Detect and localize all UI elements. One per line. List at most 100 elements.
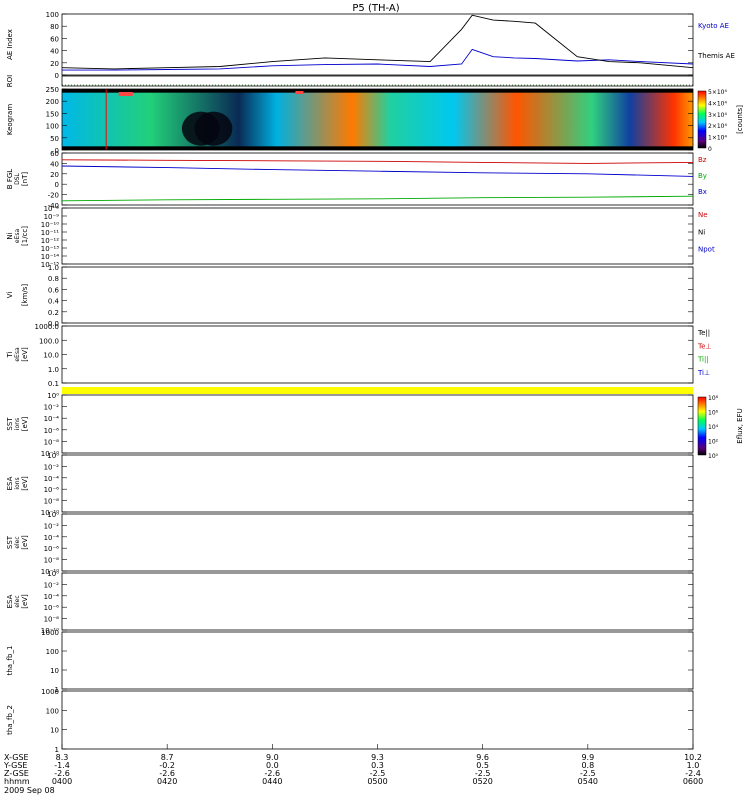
y-tick-label: 10 <box>50 667 59 675</box>
y-tick-label: -20 <box>48 192 59 200</box>
y-axis-label: Keogram <box>6 104 14 135</box>
colorbar-tick-label: 2×10⁴ <box>708 123 727 130</box>
colorbar-tick-label: 10⁰ <box>708 453 719 460</box>
y-tick-label: 200 <box>46 98 59 106</box>
y-tick-label: 10⁻⁸ <box>44 557 60 565</box>
x-tick-label-hhmm: 0420 <box>157 777 177 786</box>
y-tick-label: 10⁻⁶ <box>44 604 60 612</box>
keogram-top-band <box>62 89 693 93</box>
y-tick-label: 10⁰ <box>47 392 59 400</box>
panel-frame <box>61 631 694 690</box>
x-tick-label-hhmm: 0540 <box>578 777 598 786</box>
series-themis-ae <box>61 14 694 70</box>
y-axis-units: [eV] <box>21 594 29 609</box>
panel-roi: ROI <box>6 75 694 87</box>
keogram-image <box>62 89 693 150</box>
y-tick-label: 10⁻⁶ <box>44 486 60 494</box>
panel-fb2: 1000100101tha_fb_2 <box>6 688 694 754</box>
x-tick-label-hhmm: 0440 <box>262 777 282 786</box>
y-tick-label: 40 <box>50 48 59 56</box>
y-axis-label: Vi <box>6 292 14 299</box>
colorbar-tick-label: 10⁴ <box>708 424 719 431</box>
y-tick-label: 10⁻² <box>44 404 60 412</box>
y-tick-label: 1000.0 <box>35 323 60 331</box>
y-tick-label: 100 <box>46 648 59 656</box>
y-tick-label: 150 <box>46 110 59 118</box>
colorbar-tick-label: 0 <box>708 146 712 153</box>
x-tick-label-hhmm: 0500 <box>367 777 387 786</box>
panel-ni: 10⁻⁸10⁻⁹10⁻¹⁰10⁻¹¹10⁻¹²10⁻¹³10⁻¹⁴10⁻¹⁵Ni… <box>6 205 715 269</box>
colorbar-tick-label: 3×10⁴ <box>708 112 727 119</box>
legend-by: By <box>698 172 707 180</box>
y-axis-label: ESA <box>6 594 14 608</box>
y-tick-label: 10⁻² <box>44 581 60 589</box>
y-axis-sublabel: elec <box>14 595 21 607</box>
y-tick-label: 20 <box>50 60 59 68</box>
y-tick-label: 10⁻⁹ <box>44 213 60 221</box>
panel-fb1: 1000100101tha_fb_1 <box>6 629 694 694</box>
panel-vi: 1.00.80.60.40.20.0Vi [km/s] <box>6 264 694 328</box>
y-tick-label: 10 <box>50 727 59 735</box>
y-axis-units: [1/cc] <box>21 226 29 246</box>
panel-frame <box>61 572 694 631</box>
colorbar-tick-label: 4×10⁴ <box>708 100 727 107</box>
y-axis-label: ROI <box>6 75 14 87</box>
legend-ti-: Ti|| <box>697 356 709 364</box>
y-tick-label: 10⁰ <box>47 511 59 519</box>
y-tick-label: 10⁻⁶ <box>44 427 60 435</box>
legend-te-: Te|| <box>697 329 710 337</box>
y-tick-label: 10⁻⁶ <box>44 545 60 553</box>
y-axis-units: [nT] <box>21 172 29 186</box>
y-tick-label: 1000 <box>41 629 59 637</box>
y-axis-sublabel: eEsa <box>14 229 21 244</box>
panel-sst2: 10⁰10⁻²10⁻⁴10⁻⁶10⁻⁸10⁻¹⁰SST elec [eV] <box>6 511 694 576</box>
legend-bx: Bx <box>698 188 707 196</box>
y-tick-label: 10⁻¹¹ <box>41 229 59 237</box>
x-tick-label-hhmm: 0520 <box>472 777 492 786</box>
y-tick-label: 20 <box>50 171 59 179</box>
y-tick-label: 50 <box>50 135 59 143</box>
panel-frame <box>61 394 694 454</box>
y-tick-label: 1.0 <box>48 264 59 272</box>
y-tick-label: 10⁻⁸ <box>44 205 60 213</box>
panel-esa1: 10⁰10⁻²10⁻⁴10⁻⁶10⁻⁸10⁻¹⁰ESA ions [eV] <box>6 452 694 517</box>
keogram-dark-region <box>194 111 233 146</box>
panel-frame <box>61 207 694 265</box>
legend-ti-: Ti⊥ <box>697 369 710 377</box>
series-bx <box>61 165 694 177</box>
y-tick-label: 10⁰ <box>47 570 59 578</box>
y-tick-label: 60 <box>50 150 59 158</box>
y-axis-label: SST <box>6 535 14 549</box>
y-tick-label: 10⁻² <box>44 463 60 471</box>
y-tick-label: 0.4 <box>48 298 60 306</box>
panel-frame <box>61 325 694 384</box>
y-tick-label: 10⁻⁸ <box>44 498 60 506</box>
y-axis-sublabel: ions <box>14 477 21 489</box>
y-tick-label: 100 <box>46 707 59 715</box>
panel-sst1: 10⁰10⁻²10⁻⁴10⁻⁶10⁻⁸10⁻¹⁰SST ions [eV]10⁸10… <box>6 392 744 460</box>
panel-frame <box>61 75 694 87</box>
y-axis-sublabel: elec <box>14 536 21 548</box>
colorbar-tick-label: 10⁶ <box>708 410 719 417</box>
legend-te-: Te⊥ <box>697 342 712 350</box>
y-tick-label: 0 <box>55 181 59 189</box>
y-axis-sublabel: ions <box>14 418 21 430</box>
y-axis-sublabel: eEsa <box>14 347 21 362</box>
y-tick-label: 10⁻⁸ <box>44 438 60 446</box>
y-tick-label: 0.6 <box>48 286 60 294</box>
plot-title: P5 (TH-A) <box>352 3 399 14</box>
y-axis-label: Ti <box>6 351 14 358</box>
y-axis-label: B FGL <box>6 169 14 189</box>
y-tick-label: 10⁰ <box>47 452 59 460</box>
y-tick-label: 10⁻⁴ <box>44 534 60 542</box>
y-axis-label: tha_fb_1 <box>6 646 14 676</box>
y-axis-sublabel: DSL <box>14 172 21 184</box>
y-tick-label: 250 <box>46 86 59 94</box>
colorbar-tick-label: 1×10⁴ <box>708 135 727 142</box>
legend-ne: Ne <box>698 211 708 219</box>
y-axis-units: [eV] <box>21 535 29 550</box>
y-tick-label: 100 <box>46 123 59 131</box>
y-axis-units: [eV] <box>21 476 29 491</box>
y-tick-label: 10⁻¹³ <box>41 245 59 253</box>
panel-ae: 100 80 60 40 20 0 AE Index Kyoto AE Themis AE <box>6 11 735 80</box>
